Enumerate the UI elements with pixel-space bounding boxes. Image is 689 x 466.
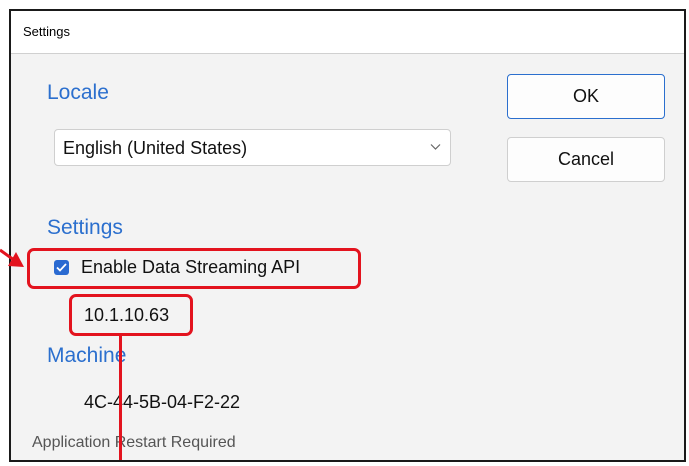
locale-heading: Locale [47,81,109,104]
pointer-line [119,336,122,460]
ok-button[interactable]: OK [507,74,665,119]
highlight-ip-address [69,294,193,336]
mac-address: 4C-44-5B-04-F2-22 [84,392,241,412]
chevron-down-icon [430,144,441,150]
machine-heading: Machine [47,344,127,367]
cancel-button[interactable]: Cancel [507,137,665,182]
window-title: Settings [23,24,70,39]
title-bar: Settings [11,11,684,54]
settings-window: Settings Locale English (United States) … [9,9,686,462]
arrow-right-icon [0,248,24,267]
locale-dropdown-value: English (United States) [63,138,248,158]
locale-dropdown[interactable]: English (United States) [54,129,451,166]
restart-status-text: Application Restart Required [32,434,236,451]
settings-heading: Settings [47,216,123,239]
highlight-enable-streaming [27,248,361,289]
